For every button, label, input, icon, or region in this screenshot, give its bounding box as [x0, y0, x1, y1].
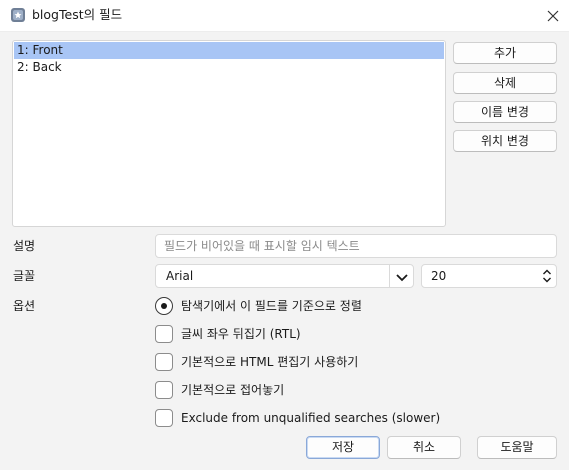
rtl-checkbox[interactable]	[155, 325, 173, 343]
options-label: 옵션	[13, 299, 36, 313]
help-button[interactable]: 도움말	[477, 436, 557, 459]
spinner-arrows-icon[interactable]	[541, 268, 553, 284]
font-size-value: 20	[431, 269, 447, 283]
font-select[interactable]: Arial	[155, 264, 414, 288]
field-list[interactable]: 1: Front 2: Back	[12, 40, 446, 227]
cancel-button[interactable]: 취소	[387, 436, 461, 459]
list-item[interactable]: 2: Back	[14, 59, 444, 76]
title-bar: blogTest의 필드	[0, 0, 569, 32]
font-label: 글꼴	[13, 269, 36, 283]
rename-button[interactable]: 이름 변경	[453, 101, 557, 123]
sort-field-radio[interactable]	[155, 297, 173, 315]
font-select-value: Arial	[166, 269, 194, 283]
radio-dot	[161, 303, 167, 309]
close-icon[interactable]	[543, 6, 563, 26]
exclude-search-label: Exclude from unqualified searches (slowe…	[181, 411, 441, 425]
html-editor-label: 기본적으로 HTML 편집기 사용하기	[181, 355, 359, 369]
divider	[389, 265, 390, 287]
sort-field-label: 탐색기에서 이 필드를 기준으로 정렬	[181, 299, 362, 313]
html-editor-checkbox[interactable]	[155, 353, 173, 371]
chevron-down-icon[interactable]	[394, 269, 410, 285]
collapse-label: 기본적으로 접어놓기	[181, 383, 285, 397]
reposition-button[interactable]: 위치 변경	[453, 130, 557, 152]
collapse-checkbox[interactable]	[155, 381, 173, 399]
delete-button[interactable]: 삭제	[453, 72, 557, 94]
rtl-label: 글씨 좌우 뒤집기 (RTL)	[181, 327, 301, 341]
list-item[interactable]: 1: Front	[14, 42, 444, 59]
list-item-label: 1: Front	[17, 43, 63, 57]
app-icon	[11, 8, 25, 22]
window-title: blogTest의 필드	[32, 7, 123, 22]
list-item-label: 2: Back	[17, 60, 62, 74]
description-label: 설명	[13, 239, 36, 253]
description-input[interactable]: 필드가 비어있을 때 표시할 임시 텍스트	[155, 234, 557, 258]
save-button[interactable]: 저장	[306, 436, 380, 459]
exclude-search-checkbox[interactable]	[155, 409, 173, 427]
font-size-spinbox[interactable]: 20	[421, 264, 557, 288]
add-button[interactable]: 추가	[453, 42, 557, 64]
